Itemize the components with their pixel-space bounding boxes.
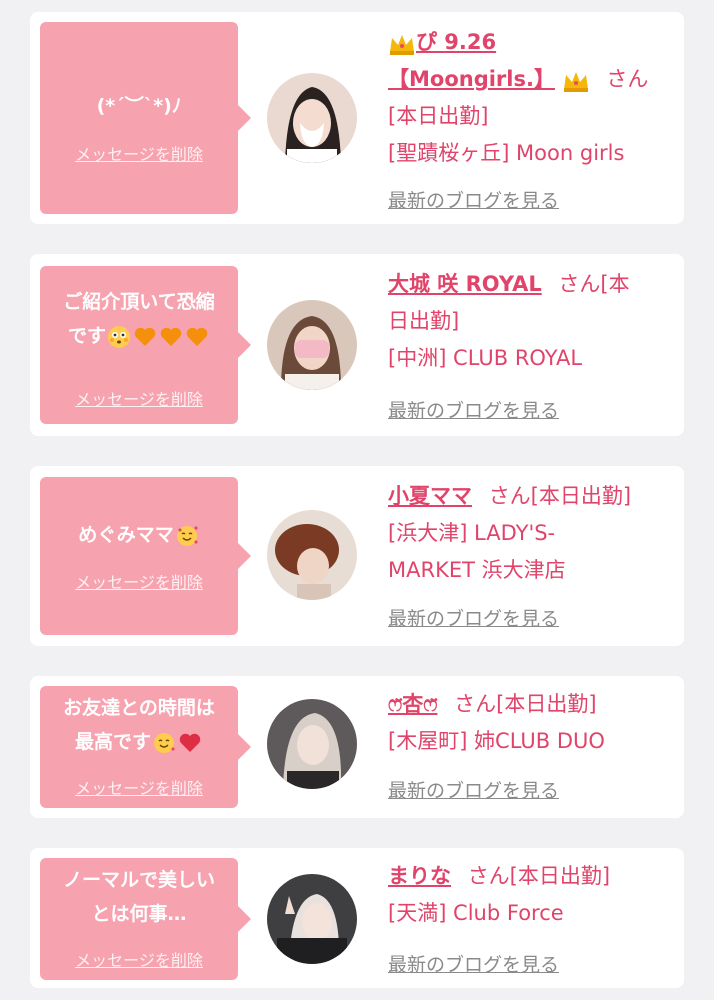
message-bubble: ご紹介頂いて恐縮 です メッセージを削除 <box>40 266 251 424</box>
message-line: ノーマルで美しい <box>62 869 215 891</box>
message-line: とは何事… <box>91 903 187 925</box>
girl-name-link[interactable]: まりな <box>388 864 451 888</box>
flushed-face-icon <box>108 325 130 348</box>
message-text: めぐみママ <box>46 519 232 552</box>
message-card: ご紹介頂いて恐縮 です メッセージを削除 大城 咲 ROYAL さん[本 日出勤… <box>30 254 684 436</box>
girl-info: ぴ 9.26 【Moongirls.】 さん [本日出勤] [聖蹟桜ヶ丘] Mo… <box>388 24 678 172</box>
avatar[interactable] <box>267 874 357 964</box>
message-card: ノーマルで美しい とは何事… メッセージを削除 まりな さん[本日出勤] [天満… <box>30 848 684 988</box>
girl-info: 小夏ママ さん[本日出勤] [浜大津] LADY'S- MARKET 浜大津店 <box>388 478 678 589</box>
girl-info: 大城 咲 ROYAL さん[本 日出勤] [中洲] CLUB ROYAL <box>388 266 678 377</box>
girl-name-link[interactable]: ෆ̈杏ෆ̈ <box>388 692 437 716</box>
avatar[interactable] <box>267 300 357 390</box>
girl-name-link[interactable]: 小夏ママ <box>388 484 472 508</box>
girl-info: まりな さん[本日出勤] [天満] Club Force <box>388 858 678 932</box>
san-label: さん <box>606 67 649 91</box>
message-text: ノーマルで美しい <box>46 864 232 897</box>
girl-info: ෆ̈杏ෆ̈ さん[本日出勤] [木屋町] 姉CLUB DUO <box>388 686 678 760</box>
message-bubble: ノーマルで美しい とは何事… メッセージを削除 <box>40 858 251 980</box>
smiling-face-with-hearts-icon <box>154 732 175 753</box>
avatar[interactable] <box>267 73 357 163</box>
message-line: ご紹介頂いて恐縮 <box>63 291 215 313</box>
message-text: とは何事… <box>46 898 232 931</box>
girl-name-link[interactable]: 【Moongirls.】 <box>388 67 555 91</box>
blog-link[interactable]: 最新のブログを見る <box>388 186 559 213</box>
shop-text: [聖蹟桜ヶ丘] Moon girls <box>388 141 625 165</box>
orange-heart-icon <box>134 327 156 346</box>
message-line: です <box>67 325 106 347</box>
message-text: (*´︶`*)ﾉ <box>96 95 182 117</box>
orange-heart-icon <box>160 327 182 346</box>
avatar[interactable] <box>267 699 357 789</box>
delete-message-link[interactable]: メッセージを削除 <box>40 775 238 799</box>
girl-name-link[interactable]: ぴ 9.26 <box>416 30 496 54</box>
blog-link[interactable]: 最新のブログを見る <box>388 604 559 631</box>
message-text: 最高です <box>46 726 232 759</box>
san-status-text: さん[本日出勤] <box>454 692 597 716</box>
girl-name-link[interactable]: 大城 咲 ROYAL <box>388 272 542 296</box>
status-text: [本日出勤] <box>388 104 489 128</box>
san-status-text: さん[本日出勤] <box>488 484 632 508</box>
crown-icon <box>388 31 416 55</box>
shop-text: [天満] Club Force <box>388 901 564 925</box>
shop-text: [中洲] CLUB ROYAL <box>388 346 583 370</box>
shop-text: [浜大津] LADY'S- <box>388 521 556 545</box>
avatar[interactable] <box>267 510 357 600</box>
orange-heart-icon <box>186 327 208 346</box>
message-text: ご紹介頂いて恐縮 <box>46 286 232 319</box>
red-heart-icon <box>179 733 201 752</box>
message-text: お友達との時間は <box>46 692 232 725</box>
message-card: めぐみママ メッセージを削除 小夏ママ さん[本日出勤] [浜大津] LADY'… <box>30 466 684 646</box>
san-status-text: さん[本日出勤] <box>467 864 611 888</box>
message-bubble: (*´︶`*)ﾉ メッセージを削除 <box>40 22 251 214</box>
smiling-face-with-hearts-icon <box>176 525 198 546</box>
message-card: (*´︶`*)ﾉ メッセージを削除 ぴ 9.26 【Moongirls.】 さん… <box>30 12 684 224</box>
message-card: お友達との時間は 最高です メッセージを削除 ෆ̈杏ෆ̈ さん[本日出勤] [木… <box>30 676 684 818</box>
message-text: です <box>46 320 232 353</box>
shop-text: MARKET 浜大津店 <box>388 558 566 582</box>
delete-message-link[interactable]: メッセージを削除 <box>40 141 238 165</box>
blog-link[interactable]: 最新のブログを見る <box>388 776 559 803</box>
message-line: 最高です <box>74 731 151 753</box>
delete-message-link[interactable]: メッセージを削除 <box>40 569 238 593</box>
message-bubble: お友達との時間は 最高です メッセージを削除 <box>40 686 251 808</box>
delete-message-link[interactable]: メッセージを削除 <box>40 947 238 971</box>
san-status-text: さん[本 <box>558 272 630 296</box>
message-line: お友達との時間は <box>63 697 215 719</box>
crown-icon <box>562 68 590 92</box>
shop-text: [木屋町] 姉CLUB DUO <box>388 729 605 753</box>
status-text: 日出勤] <box>388 309 460 333</box>
delete-message-link[interactable]: メッセージを削除 <box>40 386 238 410</box>
blog-link[interactable]: 最新のブログを見る <box>388 950 559 977</box>
blog-link[interactable]: 最新のブログを見る <box>388 396 559 423</box>
message-line: めぐみママ <box>78 524 174 546</box>
message-bubble: めぐみママ メッセージを削除 <box>40 477 251 635</box>
